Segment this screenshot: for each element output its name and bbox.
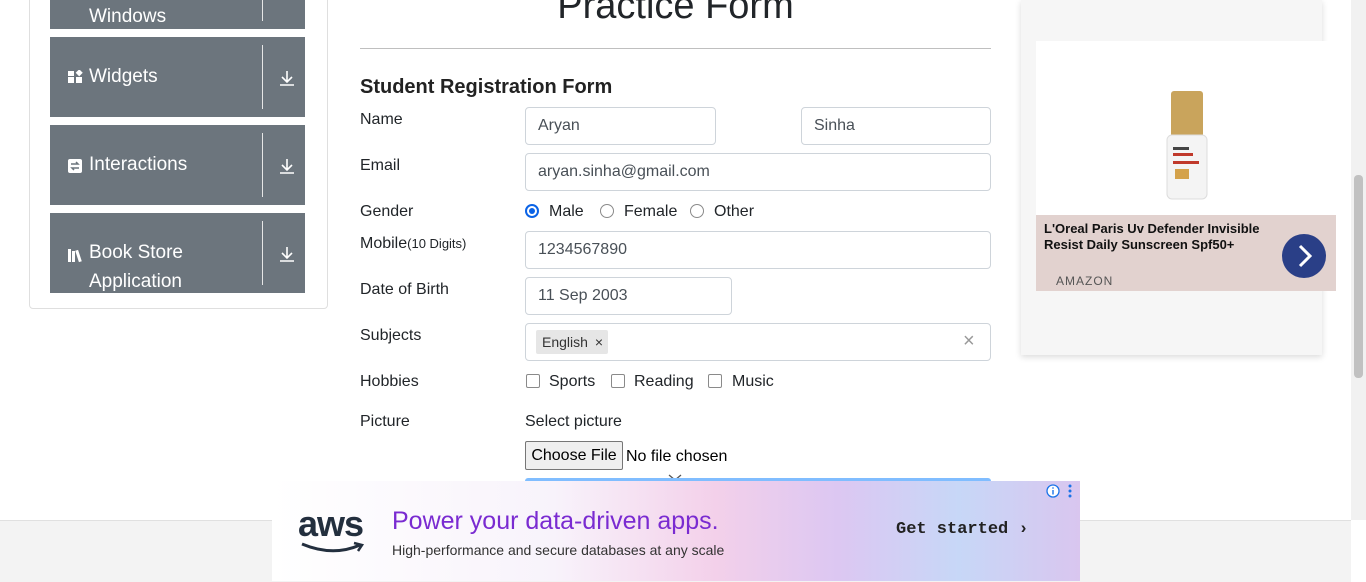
mobile-input[interactable]: 1234567890 [525, 231, 991, 269]
last-name-input[interactable]: Sinha [801, 107, 991, 145]
widgets-icon [67, 69, 83, 86]
sidebar-group-label: Application [89, 271, 182, 292]
get-started-button[interactable]: Get started › [896, 520, 1029, 539]
hobby-music-checkbox[interactable] [708, 374, 722, 388]
bottom-ad-banner[interactable]: aws Power your data-driven apps. High-pe… [272, 481, 1080, 581]
date-of-birth-input[interactable]: 11 Sep 2003 [525, 277, 732, 315]
divider [360, 48, 991, 49]
interactions-icon [67, 158, 83, 174]
hobbies-label: Hobbies [360, 373, 419, 390]
subject-chip: English × [536, 330, 608, 354]
sidebar-group-label: Interactions [89, 154, 188, 175]
book-icon [67, 247, 83, 263]
scrollbar-thumb[interactable] [1354, 175, 1363, 378]
sidebar-group-label: Windows [89, 6, 167, 27]
download-arrow-icon[interactable] [278, 245, 296, 263]
ad-options-icon[interactable] [1067, 484, 1073, 503]
hobby-sports-checkbox[interactable] [526, 374, 540, 388]
clear-subjects-icon[interactable]: × [963, 331, 975, 351]
ad-info-icon[interactable] [1046, 484, 1060, 503]
gender-male-label[interactable]: Male [549, 203, 584, 221]
gender-female-radio[interactable] [600, 204, 614, 218]
ad-headline: Power your data-driven apps. [392, 507, 719, 535]
product-title[interactable]: L'Oreal Paris Uv Defender Invisible Resi… [1044, 221, 1289, 253]
product-image [1165, 91, 1209, 201]
sidebar-group-widgets[interactable]: Widgets [50, 37, 305, 117]
gender-male-radio[interactable] [525, 204, 539, 218]
first-name-input[interactable]: Aryan [525, 107, 716, 145]
sidebar-group-interactions[interactable]: Interactions [50, 125, 305, 205]
hobby-reading-label[interactable]: Reading [634, 373, 694, 391]
gender-female-label[interactable]: Female [624, 203, 677, 221]
ad-next-button[interactable] [1282, 234, 1326, 278]
divider [262, 0, 263, 21]
product-ad-card[interactable]: L'Oreal Paris Uv Defender Invisible Resi… [1036, 41, 1336, 291]
name-label: Name [360, 111, 403, 128]
mobile-label: Mobile(10 Digits) [360, 235, 466, 253]
dob-label: Date of Birth [360, 281, 449, 298]
picture-label: Picture [360, 413, 410, 430]
hobby-sports-label[interactable]: Sports [549, 373, 595, 391]
hobby-music-label[interactable]: Music [732, 373, 774, 391]
hobby-reading-checkbox[interactable] [611, 374, 625, 388]
no-file-chosen-text: No file chosen [626, 448, 728, 465]
email-label: Email [360, 157, 401, 174]
mobile-label-text: Mobile [360, 235, 408, 252]
download-arrow-icon[interactable] [278, 157, 296, 175]
divider [262, 221, 263, 285]
form-heading: Student Registration Form [360, 76, 613, 98]
divider [262, 45, 263, 109]
email-input[interactable]: aryan.sinha@gmail.com [525, 153, 991, 191]
select-picture-label: Select picture [525, 413, 622, 430]
sidebar-group-book-store[interactable]: Book Store Application [50, 213, 305, 293]
choose-file-button[interactable]: Choose File [525, 441, 623, 470]
subject-chip-label: English [542, 334, 588, 350]
download-arrow-icon[interactable] [278, 69, 296, 87]
gender-other-label[interactable]: Other [714, 203, 754, 221]
page-title: Practice Form [557, 0, 794, 27]
gender-other-radio[interactable] [690, 204, 704, 218]
divider [262, 133, 263, 197]
aws-logo: aws [298, 503, 364, 544]
ad-subline: High-performance and secure databases at… [392, 542, 725, 558]
chevron-right-icon [1298, 244, 1313, 268]
mobile-hint: (10 Digits) [407, 236, 467, 251]
ad-brand: AMAZON [1056, 274, 1114, 288]
sidebar-group-label: Book Store [89, 242, 183, 263]
sidebar-group-label: Widgets [89, 66, 158, 87]
subjects-label: Subjects [360, 327, 422, 344]
aws-smile-icon [301, 541, 365, 553]
gender-label: Gender [360, 203, 414, 220]
sidebar-group-windows[interactable]: Windows [50, 0, 305, 29]
chip-remove-icon[interactable]: × [595, 330, 603, 354]
